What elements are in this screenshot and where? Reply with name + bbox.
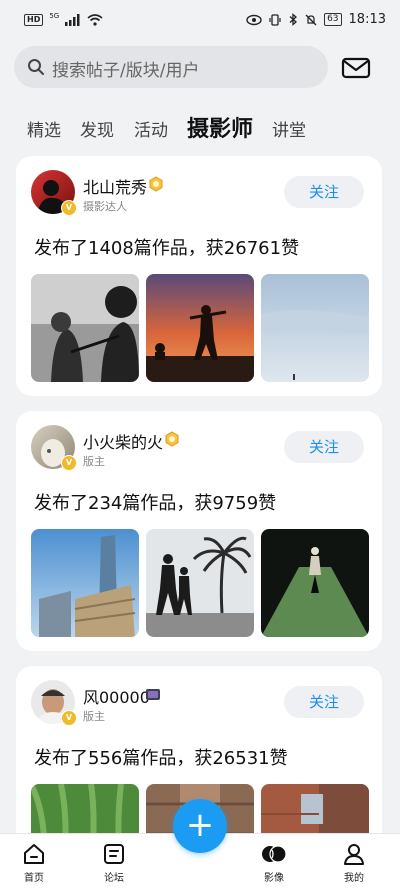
imaging-icon — [262, 845, 287, 863]
nav-home[interactable]: 首页 — [14, 842, 54, 884]
stat-text: 发布了556篇作品，获26531赞 — [34, 748, 288, 769]
photo-thumbnail[interactable] — [146, 274, 254, 382]
follow-button[interactable]: 关注 — [284, 686, 364, 718]
hd-indicator: HD — [24, 14, 44, 26]
tab-photographer[interactable]: 摄影师 — [187, 111, 253, 143]
verified-icon: V — [61, 710, 77, 726]
gold-badge-icon — [165, 431, 179, 447]
nav-forum-label: 论坛 — [104, 873, 124, 884]
wifi-icon — [87, 14, 103, 26]
follow-button[interactable]: 关注 — [284, 431, 364, 463]
eye-icon — [246, 14, 262, 25]
nav-profile[interactable]: 我的 — [334, 842, 374, 884]
user-name[interactable]: 北山荒秀 — [83, 174, 147, 198]
search-bar[interactable]: 搜索帖子/版块/用户 — [14, 46, 328, 88]
verified-icon: V — [61, 200, 77, 216]
nav-forum[interactable]: 论坛 — [94, 842, 134, 884]
user-role: 版主 — [83, 455, 105, 468]
user-role: 摄影达人 — [83, 200, 127, 213]
tab-featured[interactable]: 精选 — [27, 116, 61, 141]
nav-profile-label: 我的 — [344, 873, 364, 884]
bluetooth-icon — [289, 13, 298, 26]
photo-thumbnail[interactable] — [31, 274, 139, 382]
status-left: HD 5G — [24, 12, 103, 26]
vibrate-icon — [269, 13, 281, 26]
gold-badge-icon — [149, 176, 163, 192]
user-role: 版主 — [83, 710, 105, 723]
profile-icon — [344, 844, 364, 865]
add-post-button[interactable]: + — [173, 799, 227, 853]
tab-activity[interactable]: 活动 — [134, 116, 168, 141]
add-icon: + — [185, 805, 215, 845]
network-type: 5G — [49, 12, 60, 20]
home-icon — [24, 844, 44, 864]
forum-icon — [104, 844, 124, 864]
verified-icon: V — [61, 455, 77, 471]
signal-icon — [65, 14, 80, 26]
user-name[interactable]: 小火柴的火 — [83, 429, 163, 453]
photo-strip — [31, 529, 369, 637]
dark-badge-icon — [146, 689, 160, 700]
category-tabs: 精选 发现 活动 摄影师 讲堂 — [0, 108, 400, 148]
user-name[interactable]: 风00000 — [83, 684, 150, 708]
photo-thumbnail[interactable] — [31, 529, 139, 637]
stat-text: 发布了1408篇作品，获26761赞 — [34, 238, 300, 259]
photo-thumbnail[interactable] — [261, 529, 369, 637]
tab-lecture[interactable]: 讲堂 — [272, 116, 306, 141]
mail-icon[interactable] — [341, 55, 371, 81]
tab-discover[interactable]: 发现 — [80, 116, 114, 141]
photo-strip — [31, 274, 369, 382]
photographer-card[interactable]: V 小火柴的火 版主 关注 发布了234篇作品，获9759赞 — [16, 411, 382, 651]
mute-icon — [305, 14, 317, 25]
photo-thumbnail[interactable] — [146, 529, 254, 637]
nav-home-label: 首页 — [24, 873, 44, 884]
search-icon — [28, 59, 44, 75]
photo-thumbnail[interactable] — [261, 274, 369, 382]
battery-indicator: 63 — [324, 13, 342, 26]
nav-imaging-label: 影像 — [264, 873, 284, 884]
nav-imaging[interactable]: 影像 — [254, 842, 294, 884]
clock: 18:13 — [348, 12, 386, 27]
photographer-card[interactable]: V 北山荒秀 摄影达人 关注 发布了1408篇作品，获26761赞 — [16, 156, 382, 396]
stat-text: 发布了234篇作品，获9759赞 — [34, 493, 277, 514]
status-right: 63 18:13 — [246, 12, 386, 27]
follow-button[interactable]: 关注 — [284, 176, 364, 208]
status-bar: HD 5G 63 18:13 — [0, 0, 400, 42]
search-input[interactable]: 搜索帖子/版块/用户 — [52, 56, 199, 81]
